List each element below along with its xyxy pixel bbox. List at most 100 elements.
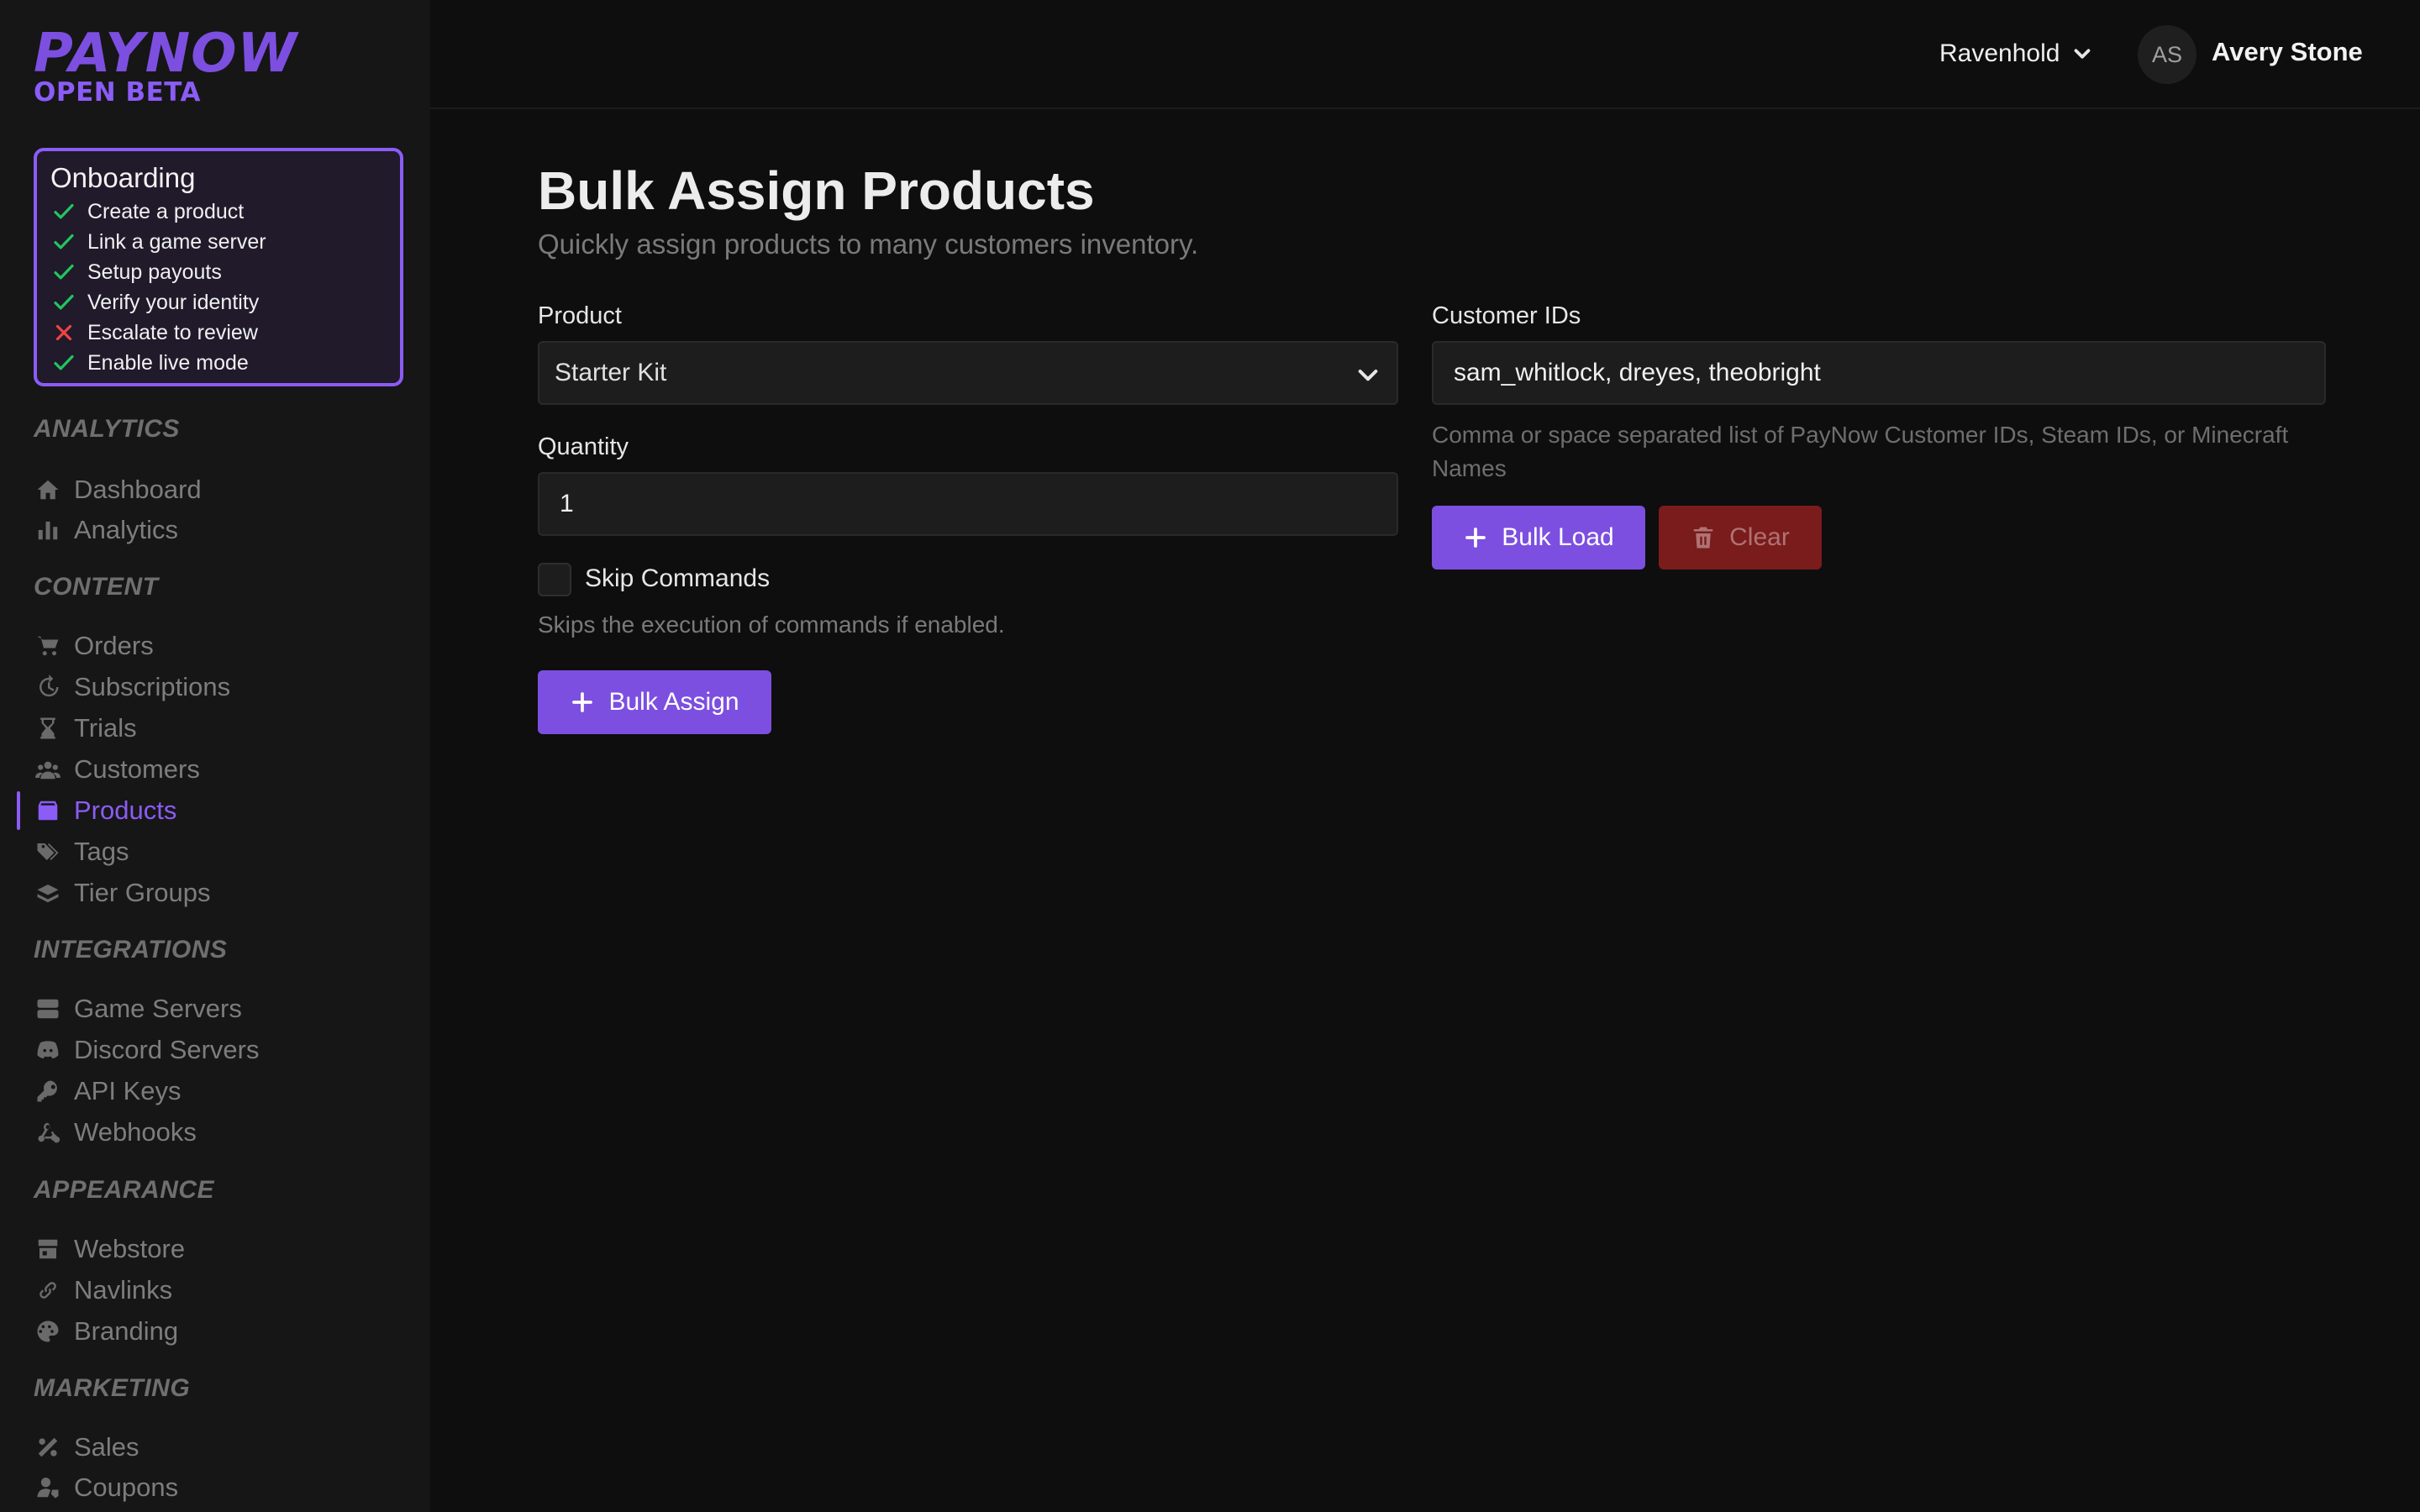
sidebar-item-customers[interactable]: Customers [34, 750, 200, 789]
bulk-load-label: Bulk Load [1502, 523, 1614, 551]
avatar[interactable]: AS [2138, 25, 2196, 84]
skip-commands-checkbox[interactable] [538, 563, 571, 596]
product-select-value: Starter Kit [555, 359, 667, 386]
check-icon [50, 289, 77, 316]
store-name: Ravenhold [1939, 39, 2060, 67]
discord-icon [34, 1036, 62, 1064]
onboarding-title: Onboarding [50, 162, 196, 193]
top-header: Ravenhold AS Avery Stone [430, 0, 2420, 109]
store-switcher[interactable]: Ravenhold [1939, 34, 2095, 74]
chevron-down-icon [2075, 49, 2091, 59]
sidebar-item-webstore[interactable]: Webstore [34, 1230, 185, 1268]
onboarding-item-label: Link a game server [87, 229, 266, 254]
sidebar-item-label: Dashboard [74, 475, 202, 504]
sidebar-item-dashboard[interactable]: Dashboard [34, 470, 202, 509]
onboarding-item: Setup payouts [50, 257, 387, 287]
webhook-icon [34, 1118, 62, 1147]
sidebar-item-tags[interactable]: Tags [34, 832, 129, 871]
onboarding-item-label: Escalate to review [87, 320, 258, 344]
store-icon [34, 1235, 62, 1263]
sidebar-item-label: Navlinks [74, 1275, 173, 1305]
customer-ids-label: Customer IDs [1432, 302, 1581, 329]
page-subtitle: Quickly assign products to many customer… [538, 228, 1199, 260]
key-icon [34, 1077, 62, 1105]
section-title-analytics: ANALYTICS [34, 415, 180, 443]
x-icon [50, 319, 77, 346]
users-icon [34, 755, 62, 784]
section-title-marketing: MARKETING [34, 1374, 191, 1402]
sidebar-item-label: Subscriptions [74, 672, 231, 701]
sidebar-item-sales[interactable]: Sales [34, 1428, 139, 1467]
clear-button[interactable]: Clear [1659, 506, 1822, 570]
section-title-content: CONTENT [34, 573, 159, 601]
bar-chart-icon [34, 516, 62, 544]
sidebar-item-label: Tier Groups [74, 878, 211, 907]
quantity-field[interactable] [538, 472, 1398, 536]
quantity-label: Quantity [538, 433, 629, 460]
section-title-integrations: INTEGRATIONS [34, 936, 228, 963]
history-icon [34, 673, 62, 701]
onboarding-item-label: Setup payouts [87, 260, 222, 284]
cart-icon [34, 632, 62, 660]
sidebar-item-label: Analytics [74, 515, 179, 544]
home-icon [34, 475, 62, 504]
sidebar-item-trials[interactable]: Trials [34, 709, 137, 748]
onboarding-item: Verify your identity [50, 287, 387, 318]
sidebar-item-label: Discord Servers [74, 1035, 260, 1064]
bulk-assign-button[interactable]: Bulk Assign [538, 670, 771, 734]
brand-name: PAYNOW [34, 23, 298, 85]
product-select[interactable]: Starter Kit [538, 341, 1398, 405]
plus-icon [572, 692, 593, 712]
sidebar-item-products[interactable]: Products [34, 791, 176, 830]
customer-ids-help: Comma or space separated list of PayNow … [1432, 422, 2289, 481]
sidebar-item-navlinks[interactable]: Navlinks [34, 1271, 172, 1310]
user-name[interactable]: Avery Stone [2212, 37, 2363, 67]
bulk-load-button[interactable]: Bulk Load [1432, 506, 1645, 570]
sidebar-item-label: Customers [74, 754, 200, 784]
plus-icon [1465, 528, 1486, 548]
sidebar-item-label: Tags [74, 837, 129, 866]
sidebar-item-label: API Keys [74, 1076, 182, 1105]
onboarding-item: Link a game server [50, 227, 387, 257]
onboarding-item-label: Enable live mode [87, 350, 249, 375]
sidebar-item-discord-servers[interactable]: Discord Servers [34, 1031, 260, 1069]
sidebar-item-webhooks[interactable]: Webhooks [34, 1113, 197, 1152]
user-tag-icon [34, 1473, 62, 1502]
link-icon [34, 1276, 62, 1305]
sidebar-item-subscriptions[interactable]: Subscriptions [34, 668, 230, 706]
palette-icon [34, 1317, 62, 1346]
sidebar-item-game-servers[interactable]: Game Servers [34, 990, 242, 1028]
sidebar-item-label: Trials [74, 713, 137, 743]
sidebar-item-label: Branding [74, 1316, 179, 1346]
onboarding-item-label: Create a product [87, 199, 245, 223]
quantity-input[interactable] [560, 490, 1381, 518]
sidebar-item-tier-groups[interactable]: Tier Groups [34, 874, 211, 912]
tags-icon [34, 837, 62, 866]
server-icon [34, 995, 62, 1023]
sidebar-item-orders[interactable]: Orders [34, 627, 154, 665]
sidebar-item-label: Webhooks [74, 1117, 197, 1147]
avatar-initials: AS [2151, 41, 2183, 67]
sidebar-item-analytics[interactable]: Analytics [34, 511, 178, 549]
sidebar-item-coupons[interactable]: Coupons [34, 1468, 178, 1507]
customer-ids-field[interactable] [1432, 341, 2326, 405]
bulk-assign-label: Bulk Assign [608, 688, 739, 716]
check-icon [50, 198, 77, 225]
skip-commands-help: Skips the execution of commands if enabl… [538, 612, 1005, 638]
clear-label: Clear [1729, 523, 1790, 551]
sidebar-item-branding[interactable]: Branding [34, 1312, 178, 1351]
onboarding-item: Escalate to review [50, 318, 387, 348]
layers-icon [34, 879, 62, 907]
hourglass-icon [34, 714, 62, 743]
sidebar-item-label: Game Servers [74, 994, 242, 1023]
section-title-appearance: APPEARANCE [34, 1176, 215, 1204]
check-icon [50, 228, 77, 255]
sidebar-item-api-keys[interactable]: API Keys [34, 1072, 182, 1110]
skip-commands-label: Skip Commands [585, 564, 771, 592]
sidebar: PAYNOW OPEN BETA Onboarding Create a pro… [0, 0, 430, 1512]
chevron-down-icon [1358, 370, 1378, 381]
brand-logo[interactable]: PAYNOW OPEN BETA [34, 24, 297, 108]
customer-ids-input[interactable] [1454, 359, 2309, 387]
trash-icon [1693, 527, 1713, 549]
onboarding-checklist: Onboarding Create a product Link a game … [34, 148, 403, 386]
